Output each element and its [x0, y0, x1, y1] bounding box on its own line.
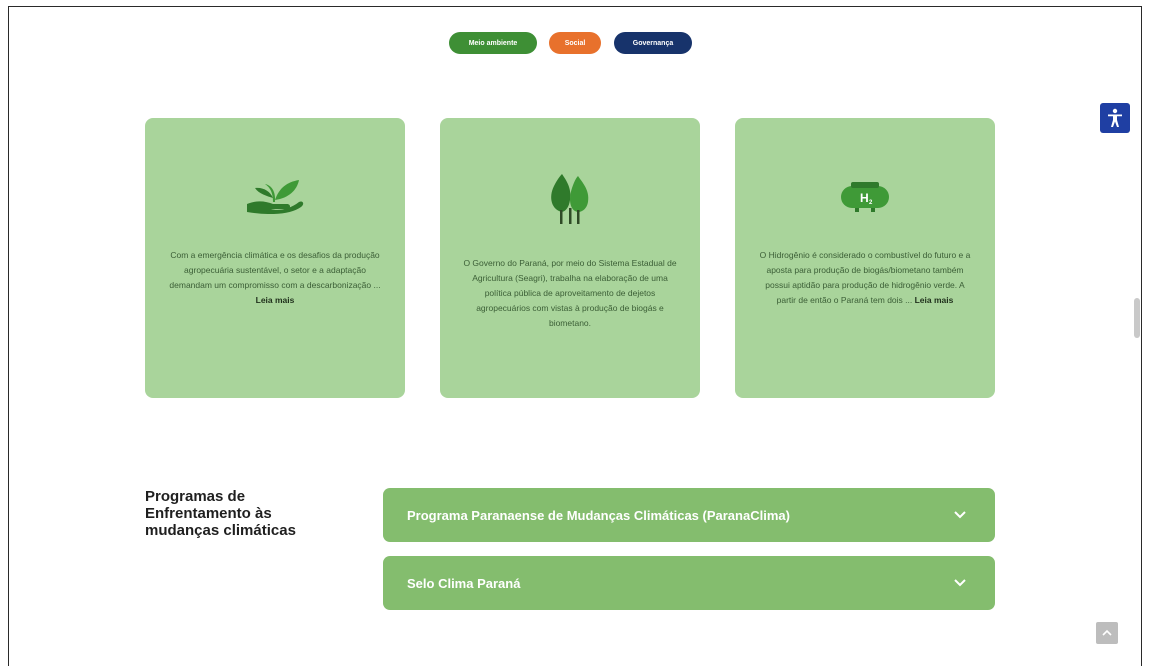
svg-text:H: H: [860, 191, 869, 205]
hand-plant-icon: [247, 180, 304, 214]
card-biogas-policy: O Governo do Paraná, por meio do Sistema…: [440, 118, 700, 398]
accessibility-icon: [1108, 108, 1122, 127]
section-title: Programas de Enfrentamento às mudanças c…: [145, 488, 296, 539]
accordion-selo-clima[interactable]: Selo Clima Paraná: [383, 556, 995, 610]
accordion-paranaclima[interactable]: Programa Paranaense de Mudanças Climátic…: [383, 488, 995, 542]
card-text: Com a emergência climática e os desafios…: [169, 250, 381, 290]
chevron-down-icon: [954, 511, 966, 519]
scrollbar-thumb[interactable]: [1134, 298, 1140, 338]
accessibility-button[interactable]: [1100, 103, 1130, 133]
hydrogen-tank-icon: H 2: [841, 182, 889, 212]
trees-icon: [551, 174, 589, 224]
social-pill[interactable]: Social: [549, 32, 601, 54]
arrow-up-icon: [1102, 629, 1112, 636]
read-more-link[interactable]: Leia mais: [256, 295, 295, 305]
read-more-link[interactable]: Leia mais: [915, 295, 954, 305]
chevron-down-icon: [954, 579, 966, 587]
card-climate-adaptation: Com a emergência climática e os desafios…: [145, 118, 405, 398]
card-green-hydrogen: H 2 O Hidrogênio é considerado o combust…: [735, 118, 995, 398]
governance-pill[interactable]: Governança: [614, 32, 692, 54]
environmental-pill[interactable]: Meio ambiente: [449, 32, 537, 54]
card-text: O Governo do Paraná, por meio do Sistema…: [463, 258, 677, 328]
accordion-label: Programa Paranaense de Mudanças Climátic…: [407, 507, 790, 523]
back-to-top-button[interactable]: [1096, 622, 1118, 644]
accordion-label: Selo Clima Paraná: [407, 575, 521, 591]
